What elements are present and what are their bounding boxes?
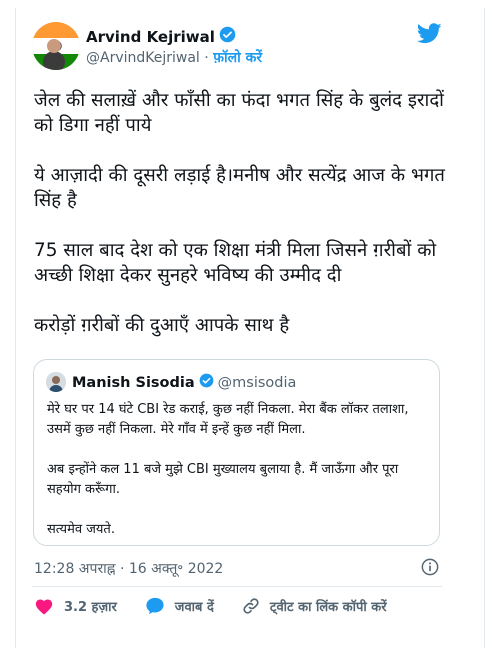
author-handle[interactable]: @ArvindKejriwal (86, 50, 200, 66)
author-name-text[interactable]: Arvind Kejriwal (86, 28, 215, 46)
twitter-bird-icon[interactable] (416, 23, 442, 48)
follow-button[interactable]: फ़ॉलो करें (213, 50, 262, 66)
reply-button[interactable]: जवाब दें (145, 597, 214, 615)
quoted-tweet-body: मेरे घर पर 14 घंटे CBI रेड कराई, कुछ नही… (47, 400, 432, 560)
heart-icon (35, 599, 53, 615)
tweet-actions: 3.2 हज़ार जवाब दें ट्वीट का लिंक कॉपी कर… (34, 597, 415, 615)
quoted-paragraph: अब इन्होंने कल 11 बजे मुझे CBI मुख्यालय … (47, 462, 399, 497)
author-handle-row: @ArvindKejriwal · फ़ॉलो करें (86, 48, 262, 67)
copy-link-button[interactable]: ट्वीट का लिंक कॉपी करें (242, 597, 387, 615)
link-icon (243, 598, 259, 614)
divider (32, 586, 442, 587)
tweet-paragraph: ये आज़ादी की दूसरी लड़ाई है।मनीष और सत्य… (34, 165, 445, 211)
tweet-body: जेल की सलाख़ें और फाँसी का फंदा भगत सिंह… (34, 88, 454, 363)
verified-badge-icon (219, 26, 236, 47)
quoted-author-row: Manish Sisodia @msisodia (72, 373, 296, 392)
quoted-tweet[interactable]: Manish Sisodia @msisodia मेरे घर पर 14 घ… (33, 359, 440, 546)
author-name[interactable]: Arvind Kejriwal (86, 26, 236, 47)
verified-badge-icon (199, 373, 214, 392)
quoted-author-avatar (46, 372, 66, 392)
author-avatar[interactable] (32, 22, 80, 70)
tweet-paragraph: जेल की सलाख़ें और फाँसी का फंदा भगत सिंह… (34, 90, 444, 136)
like-button[interactable]: 3.2 हज़ार (34, 597, 117, 615)
reply-label: जवाब दें (174, 600, 214, 615)
copy-link-label: ट्वीट का लिंक कॉपी करें (269, 600, 387, 615)
reply-bubble-icon (146, 597, 164, 615)
tweet-paragraph: 75 साल बाद देश को एक शिक्षा मंत्री मिला … (34, 240, 437, 286)
tweet-paragraph: करोड़ों ग़रीबों की दुआएँ आपके साथ है (34, 315, 290, 336)
quoted-paragraph: सत्यमेव जयते. (47, 522, 115, 537)
tweet-timestamp[interactable]: 12:28 अपराह्न · 16 अक्तू॰ 2022 (34, 559, 223, 578)
quoted-paragraph: मेरे घर पर 14 घंटे CBI रेड कराई, कुछ नही… (47, 402, 409, 437)
quoted-author-name: Manish Sisodia (72, 374, 195, 391)
like-count: 3.2 हज़ार (64, 600, 117, 615)
info-icon[interactable] (421, 558, 439, 580)
quoted-author-handle: @msisodia (217, 374, 297, 391)
handle-separator: · (204, 50, 209, 66)
